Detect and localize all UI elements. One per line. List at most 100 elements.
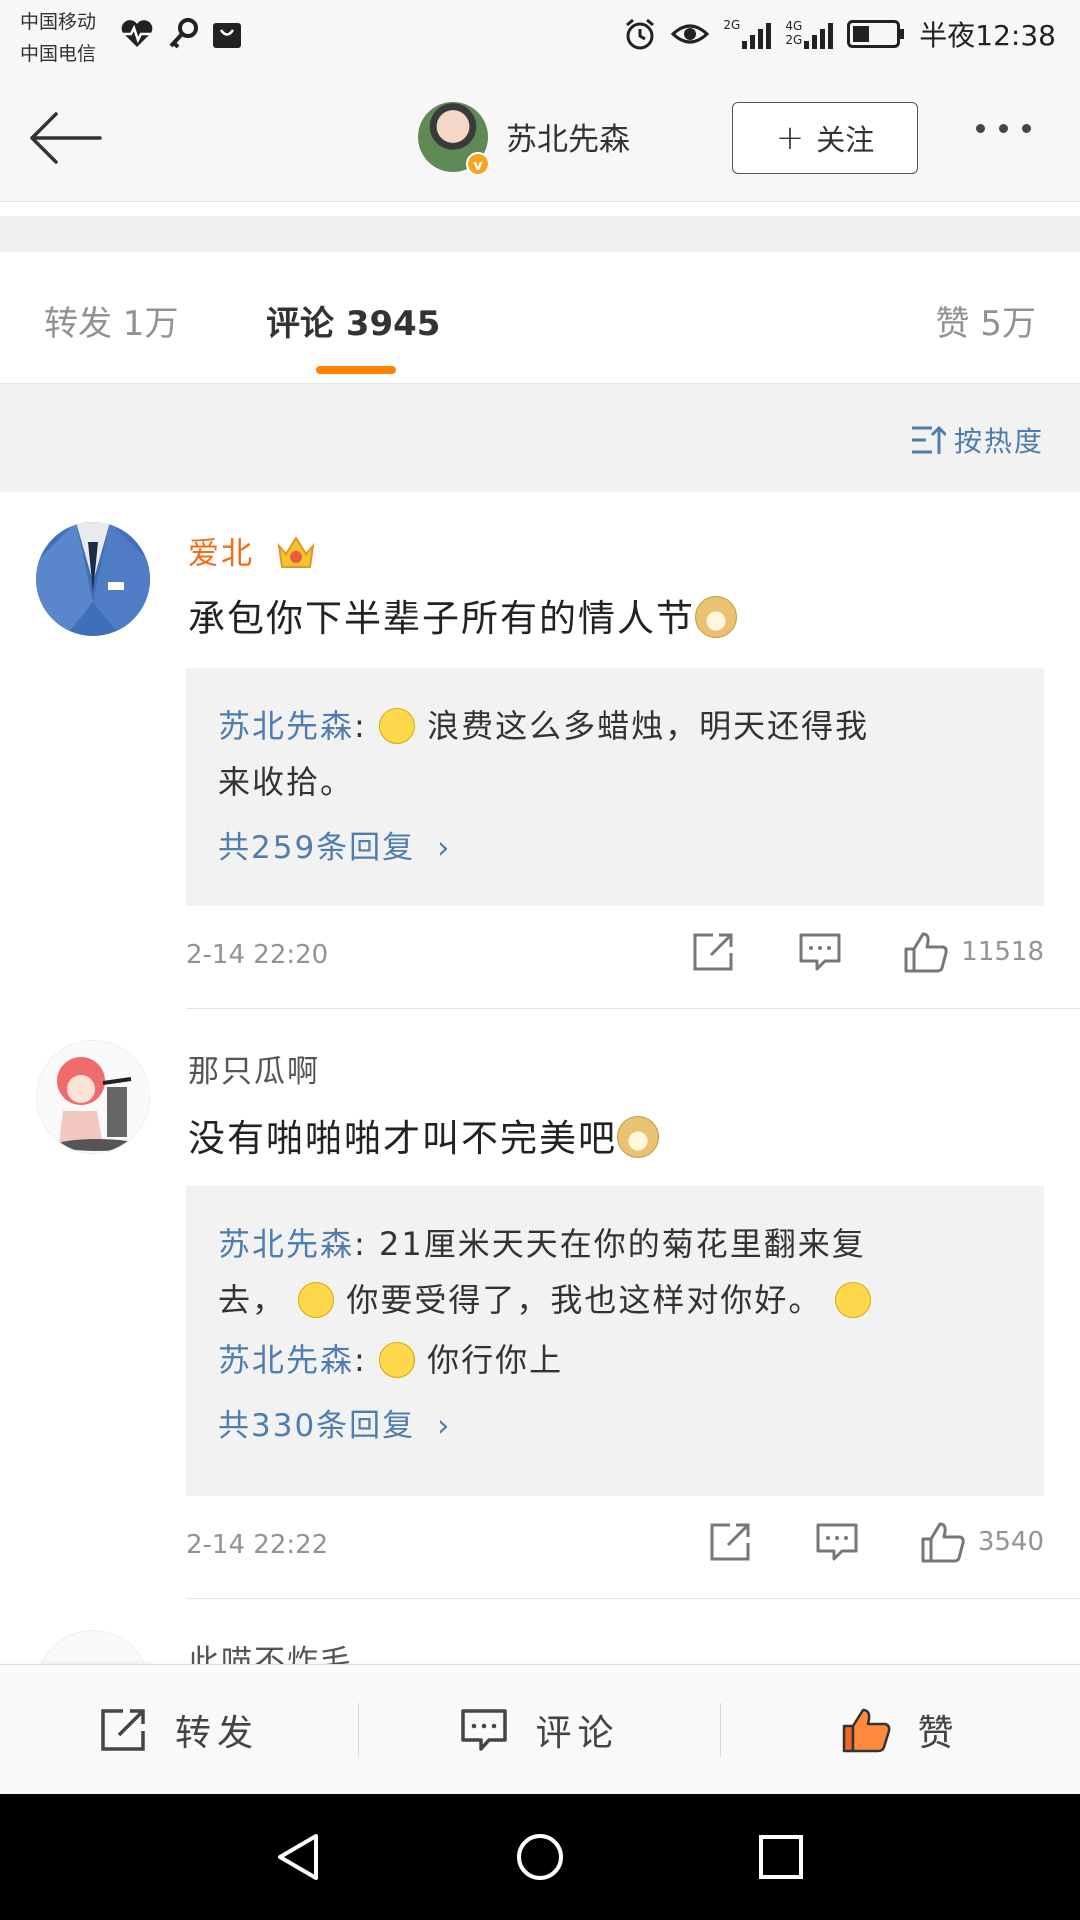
reply-text-part: 你要受得了，我也这样对你好。: [346, 1281, 823, 1319]
like-label: 赞: [917, 1713, 960, 1754]
like-count: 3540: [977, 1527, 1044, 1557]
comment-reply-icon[interactable]: [814, 1521, 860, 1563]
comment-label: 评论: [535, 1713, 620, 1754]
nav-home-icon[interactable]: [515, 1832, 565, 1882]
reply-author[interactable]: 苏北先森: [218, 707, 354, 745]
comment-button[interactable]: 评论: [359, 1665, 720, 1795]
thumbs-up-icon: [921, 1522, 965, 1563]
reply-preview-box[interactable]: 苏北先森: 浪费这么多蜡烛，明天还得我 来收拾。 共259条回复 ›: [186, 668, 1044, 906]
comment-text-content: 没有啪啪啪才叫不完美吧: [188, 1117, 617, 1160]
vip-crown-icon: [277, 535, 315, 568]
follow-button[interactable]: + 关注: [732, 102, 918, 174]
comment-actions: 11518: [691, 930, 1044, 974]
reply-text-part: 去，: [218, 1281, 287, 1319]
sort-bar: 按热度: [0, 384, 1080, 492]
like-count: 11518: [961, 937, 1044, 967]
commenter-name-text: 爱北: [188, 536, 254, 572]
reply-line: 苏北先森: 浪费这么多蜡烛，明天还得我: [218, 707, 870, 745]
tab-likes[interactable]: 赞 5万: [936, 296, 1036, 345]
clock: 半夜12:38: [919, 19, 1056, 52]
reply-text-continued: 去， 你要受得了，我也这样对你好。: [218, 1272, 1012, 1328]
shop-bag-icon: [213, 23, 241, 48]
carrier-names: 中国移动 中国电信: [20, 6, 96, 70]
network-type-2: 4G: [785, 19, 803, 33]
status-right: 2G 4G 2G 半夜12:38: [623, 14, 1056, 54]
plus-icon: +: [775, 118, 805, 158]
comment-text: 没有啪啪啪才叫不完美吧: [188, 1108, 659, 1162]
carrier-2: 中国电信: [20, 43, 97, 65]
reply-author[interactable]: 苏北先森: [218, 1341, 354, 1379]
comment-item: 爱北 承包你下半辈子所有的情人节 苏北先森: 浪费这么多蜡烛，明天还得我 来收拾…: [0, 492, 1080, 1010]
nav-back-icon[interactable]: [274, 1832, 324, 1882]
signal-1-icon: 2G: [723, 18, 772, 49]
doge-emoji-icon: [695, 595, 737, 638]
commenter-name[interactable]: 此喵不炸毛: [188, 1636, 353, 1664]
thumbs-up-filled-icon: [843, 1708, 891, 1753]
tab-bar: 转发 1万 评论 3945 赞 5万: [0, 252, 1080, 384]
comment-time: 2-14 22:20: [186, 940, 329, 970]
verified-v-icon: v: [466, 152, 490, 176]
comment-divider: [186, 1598, 1080, 1599]
reply-author[interactable]: 苏北先森: [218, 1225, 354, 1263]
reply-text-continued: 来收拾。: [218, 763, 355, 801]
commenter-avatar[interactable]: [36, 522, 150, 636]
comment-reply-icon[interactable]: [797, 931, 843, 973]
system-navigation-bar: [0, 1794, 1080, 1920]
reply-line: 苏北先森: 你行你上: [218, 1341, 564, 1379]
cover-mouth-emoji-icon: [298, 1282, 335, 1318]
sort-icon: [911, 425, 946, 454]
comment-text: 承包你下半辈子所有的情人节: [188, 588, 737, 642]
battery-icon: [847, 20, 905, 48]
section-gap: [0, 216, 1080, 252]
author-name[interactable]: 苏北先森: [506, 114, 630, 159]
like-action[interactable]: 11518: [903, 930, 1044, 974]
bottom-action-bar: 转发 评论 赞: [0, 1664, 1080, 1794]
share-icon[interactable]: [708, 1521, 754, 1563]
commenter-avatar[interactable]: [36, 1040, 150, 1154]
back-arrow-icon[interactable]: [26, 106, 106, 170]
commenter-name[interactable]: 爱北: [188, 528, 316, 574]
cover-mouth-emoji-icon: [378, 1342, 415, 1378]
comment-time: 2-14 22:22: [186, 1530, 329, 1560]
commenter-avatar[interactable]: [36, 1630, 150, 1664]
eye-comfort-icon: [671, 24, 710, 44]
repost-icon: [101, 1709, 145, 1751]
comment-item: 此喵不炸毛: [0, 1600, 1080, 1664]
share-icon[interactable]: [691, 931, 737, 973]
like-button[interactable]: 赞: [721, 1665, 1080, 1795]
tab-comments[interactable]: 评论 3945: [266, 296, 440, 345]
reply-line: 苏北先森: 21厘米天天在你的菊花里翻来复: [218, 1225, 866, 1263]
reply-text: 浪费这么多蜡烛，明天还得我: [427, 707, 870, 745]
hug-emoji-icon: [378, 708, 415, 744]
comment-text-content: 承包你下半辈子所有的情人节: [188, 597, 695, 640]
shy-emoji-icon: [834, 1282, 871, 1318]
comment-item: 那只瓜啊 没有啪啪啪才叫不完美吧 苏北先森: 21厘米天天在你的菊花里翻来复 去…: [0, 1010, 1080, 1600]
more-options-icon[interactable]: [976, 124, 1031, 133]
title-bar: v 苏北先森 + 关注: [0, 76, 1080, 202]
status-bar: 中国移动 中国电信 2G 4G 2G 半夜12:38: [0, 0, 1080, 76]
repost-label: 转发: [174, 1713, 259, 1754]
tab-reposts[interactable]: 转发 1万: [44, 296, 178, 345]
active-tab-indicator: [316, 366, 396, 374]
view-all-replies-link[interactable]: 共259条回复 ›: [218, 820, 1012, 876]
sort-label: 按热度: [953, 425, 1044, 458]
follow-label: 关注: [816, 123, 875, 157]
like-action[interactable]: 3540: [920, 1520, 1044, 1564]
reply-preview-box[interactable]: 苏北先森: 21厘米天天在你的菊花里翻来复 去， 你要受得了，我也这样对你好。 …: [186, 1186, 1044, 1496]
thumbs-up-icon: [904, 932, 948, 973]
alarm-icon: [626, 18, 655, 50]
nav-recents-icon[interactable]: [756, 1832, 806, 1882]
chevron-right-icon: ›: [437, 830, 452, 866]
comment-icon: [461, 1709, 508, 1751]
heartbeat-icon: [121, 20, 153, 47]
network-type-3: 2G: [785, 33, 803, 47]
view-all-replies-link[interactable]: 共330条回复 ›: [218, 1398, 1012, 1454]
commenter-name[interactable]: 那只瓜啊: [188, 1046, 320, 1091]
reply-text: 21厘米天天在你的菊花里翻来复: [378, 1225, 866, 1263]
sort-button[interactable]: 按热度: [910, 420, 1044, 460]
comment-actions: 3540: [708, 1520, 1044, 1564]
repost-button[interactable]: 转发: [0, 1665, 358, 1795]
network-type-1: 2G: [723, 18, 741, 32]
reply-count-text: 共330条回复: [218, 1408, 416, 1444]
carrier-1: 中国移动: [20, 11, 97, 33]
